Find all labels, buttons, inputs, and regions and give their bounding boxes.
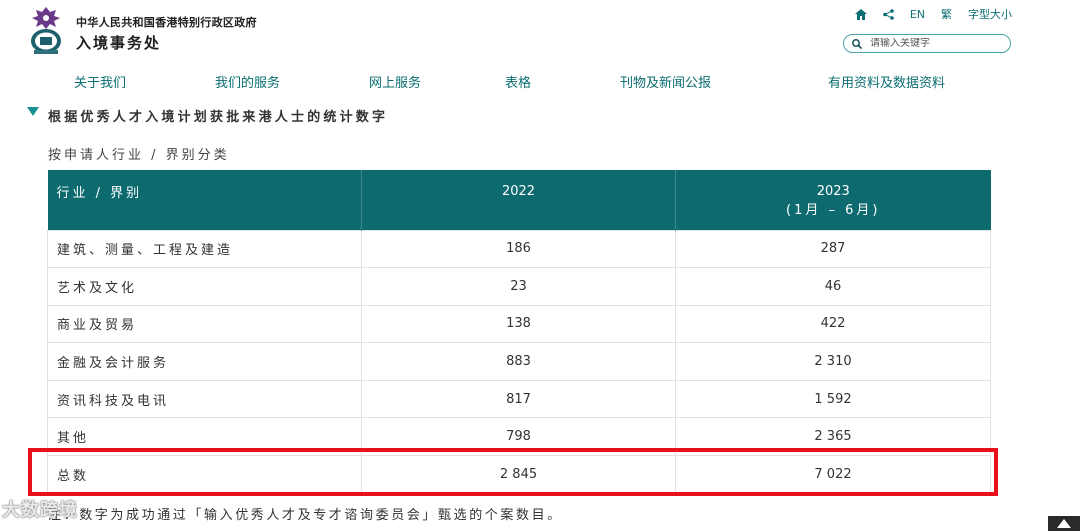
share-icon[interactable] [883, 8, 894, 20]
row-value-2023: 287 [675, 229, 991, 269]
row-category: 商业及贸易 [47, 304, 362, 344]
row-category: 建筑、测量、工程及建造 [47, 229, 362, 269]
row-category: 资讯科技及电讯 [47, 379, 362, 419]
statistics-table: 行业 / 界别 2022 2023 (1月 – 6月) 建筑、测量、工程及建造 … [47, 170, 991, 495]
row-value-2023: 2 310 [675, 342, 991, 381]
main-navigation: 关于我们 我们的服务 网上服务 表格 刊物及新闻公报 有用资料及数据资料 [0, 72, 1080, 92]
collapse-triangle-icon[interactable] [27, 107, 39, 116]
home-icon[interactable] [854, 8, 867, 20]
table-row: 商业及贸易 138 422 [47, 304, 991, 344]
row-value-2023: 1 592 [675, 379, 991, 419]
header-2023: 2023 (1月 – 6月) [675, 170, 991, 230]
row-value-2022: 138 [361, 304, 676, 344]
nav-item-forms[interactable]: 表格 [505, 72, 531, 91]
watermark: 大数跨境 [2, 500, 78, 521]
table-total-row: 总数 2 845 7 022 [47, 455, 991, 495]
row-value-2022: 817 [361, 379, 676, 419]
header-2023-period: (1月 – 6月) [786, 203, 881, 218]
table-row: 其他 798 2 365 [47, 417, 991, 457]
row-value-2022: 883 [361, 342, 676, 381]
table-header-row: 行业 / 界别 2022 2023 (1月 – 6月) [47, 170, 991, 230]
search-icon[interactable] [852, 38, 862, 49]
table-row: 艺术及文化 23 46 [47, 267, 991, 306]
government-emblem-logo[interactable] [26, 6, 66, 56]
nav-item-useful-information[interactable]: 有用资料及数据资料 [828, 72, 945, 91]
search-box [843, 34, 1011, 53]
table-footnote: 注：数字为成功通过「输入优秀人才及专才谘询委员会」甄选的个案数目。 [48, 508, 563, 523]
government-name: 中华人民共和国香港特别行政区政府 [76, 16, 257, 29]
row-value-2022: 186 [361, 229, 676, 269]
table-subtitle: 按申请人行业 / 界别分类 [48, 148, 230, 163]
nav-item-about-us[interactable]: 关于我们 [74, 72, 126, 91]
table-row: 建筑、测量、工程及建造 186 287 [47, 229, 991, 269]
nav-item-our-services[interactable]: 我们的服务 [215, 72, 280, 91]
department-name[interactable]: 入境事务处 [76, 32, 161, 53]
back-to-top-button[interactable] [1048, 516, 1080, 531]
table-row: 金融及会计服务 883 2 310 [47, 342, 991, 381]
row-value-2022: 23 [361, 267, 676, 306]
top-toolbar: EN 繁 字型大小 [854, 6, 1012, 22]
language-en-link[interactable]: EN [910, 8, 925, 21]
section-title: 根据优秀人才入境计划获批来港人士的统计数字 [48, 110, 389, 125]
header-2023-year: 2023 [816, 184, 850, 199]
row-value-2022: 798 [361, 417, 676, 457]
total-value-2023: 7 022 [675, 455, 991, 495]
nav-item-online-services[interactable]: 网上服务 [369, 72, 421, 91]
row-value-2023: 46 [675, 267, 991, 306]
row-value-2023: 2 365 [675, 417, 991, 457]
language-traditional-link[interactable]: 繁 [941, 6, 952, 22]
table-row: 资讯科技及电讯 817 1 592 [47, 379, 991, 419]
search-input[interactable] [870, 38, 1000, 49]
nav-item-publications-press[interactable]: 刊物及新闻公报 [620, 72, 711, 91]
row-category: 金融及会计服务 [47, 342, 362, 381]
total-label: 总数 [47, 455, 362, 495]
row-category: 艺术及文化 [47, 267, 362, 306]
header-2022: 2022 [361, 170, 676, 230]
row-value-2023: 422 [675, 304, 991, 344]
header-category: 行业 / 界别 [47, 170, 362, 230]
row-category: 其他 [47, 417, 362, 457]
font-size-link[interactable]: 字型大小 [968, 6, 1012, 22]
total-value-2022: 2 845 [361, 455, 676, 495]
